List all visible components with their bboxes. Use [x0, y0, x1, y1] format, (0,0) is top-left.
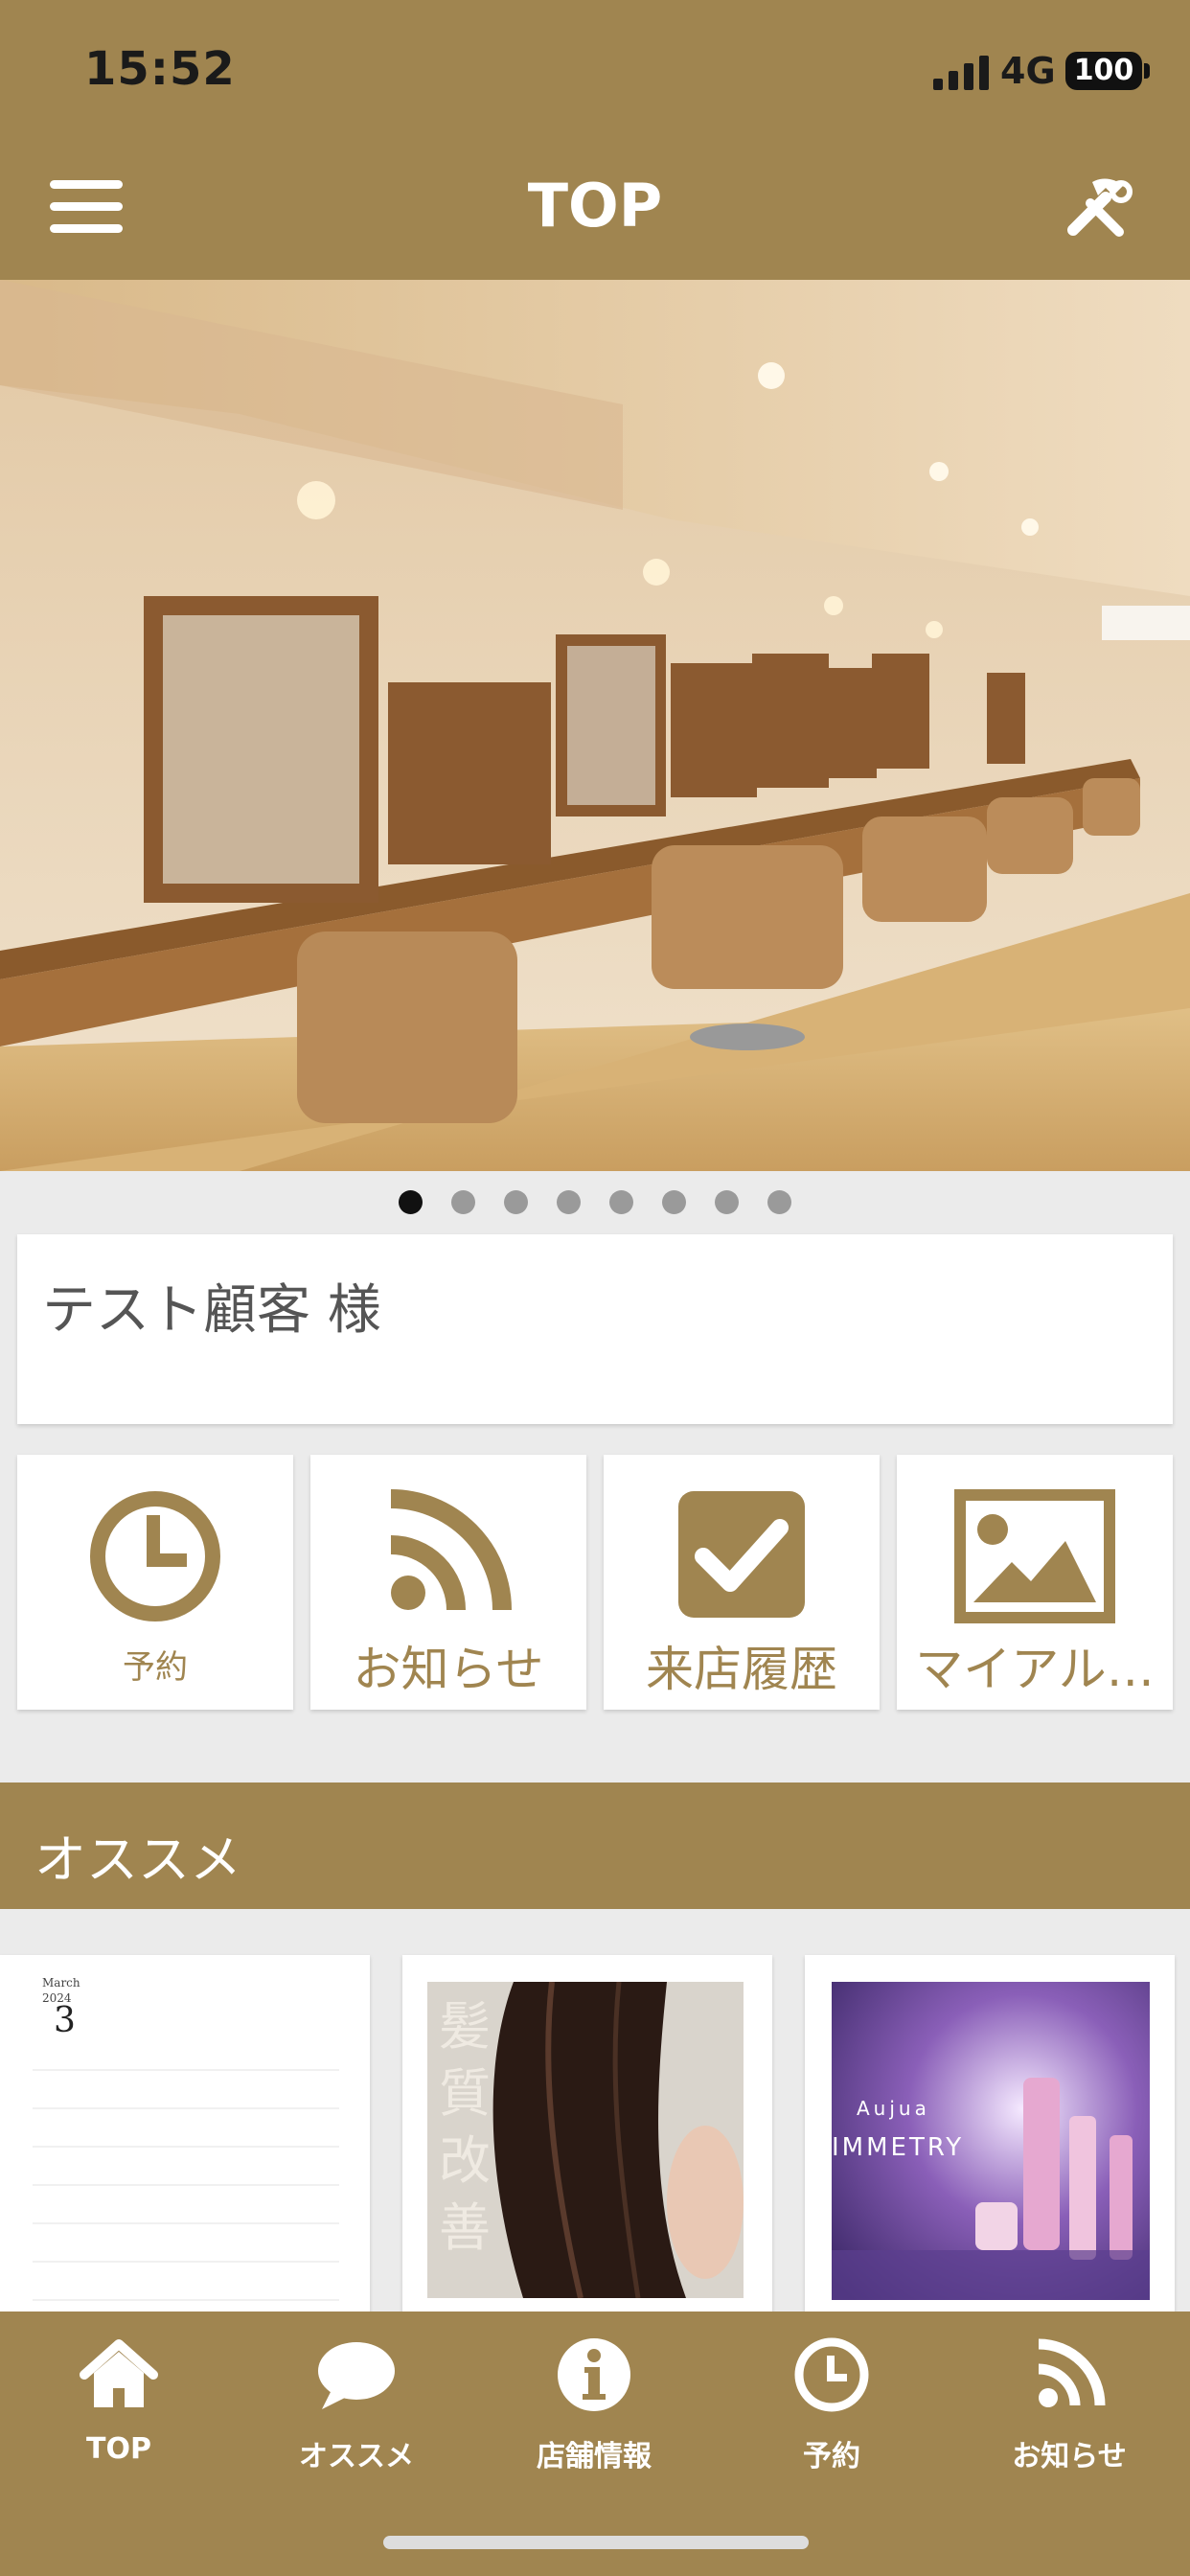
tile-my-album[interactable]: マイアル… [897, 1455, 1173, 1710]
home-indicator [383, 2536, 809, 2549]
hair-overlay-text: 髪質改善 [439, 1996, 491, 2258]
battery-level: 100 [1073, 54, 1134, 87]
image-icon [954, 1489, 1115, 1623]
salon-interior-photo[interactable] [0, 280, 1190, 1171]
nav-reservation-label: 予約 [803, 2440, 860, 2473]
rss-icon [1038, 2338, 1106, 2407]
calendar-caption: March [42, 1976, 80, 1990]
page-title: TOP [527, 171, 663, 241]
battery-cap [1144, 63, 1150, 79]
recommend-title: オススメ [34, 1829, 241, 1890]
nav-store-info[interactable]: 店舗情報 [498, 2334, 690, 2474]
tile-reservation-label: 予約 [123, 1648, 188, 1687]
network-type: 4G [1000, 50, 1056, 92]
customer-name: テスト顧客 様 [42, 1279, 381, 1342]
nav-news-label: お知らせ [1012, 2440, 1127, 2473]
rss-icon [390, 1489, 512, 1611]
clock-icon [90, 1491, 220, 1622]
chat-bubble-icon [318, 2342, 395, 2409]
recommend-card-hair[interactable]: 髪質改善 [402, 1955, 772, 2319]
tile-news[interactable]: お知らせ [310, 1455, 586, 1710]
hamburger-icon[interactable] [50, 180, 123, 234]
nav-recommend-label: オススメ [299, 2440, 414, 2473]
carousel-dot[interactable] [451, 1190, 475, 1214]
carousel-dot[interactable] [715, 1190, 739, 1214]
signal-icon [933, 56, 989, 90]
status-time: 15:52 [84, 42, 236, 96]
tile-news-label: お知らせ [353, 1642, 544, 1697]
nav-top[interactable]: TOP [23, 2334, 215, 2466]
tile-my-album-label: マイアル… [915, 1642, 1155, 1697]
info-icon [558, 2338, 630, 2411]
carousel-dot[interactable] [609, 1190, 633, 1214]
carousel-dot[interactable] [767, 1190, 791, 1214]
nav-news[interactable]: お知らせ [973, 2334, 1165, 2474]
nav-top-label: TOP [86, 2432, 151, 2466]
nav-reservation[interactable]: 予約 [736, 2334, 927, 2474]
calendar-month: 3 [54, 2001, 76, 2040]
recommend-card-calendar[interactable]: March 2024 3 [0, 1955, 370, 2319]
checkbox-icon [678, 1491, 805, 1618]
product-brand-text: Aujua [857, 2097, 930, 2120]
carousel-dot[interactable] [557, 1190, 581, 1214]
tile-visit-history-label: 来店履歴 [646, 1642, 837, 1697]
carousel-dot[interactable] [399, 1190, 423, 1214]
carousel-dot[interactable] [662, 1190, 686, 1214]
carousel-dot[interactable] [504, 1190, 528, 1214]
tools-icon[interactable] [1064, 174, 1134, 245]
tile-reservation[interactable]: 予約 [17, 1455, 293, 1710]
carousel-pagination[interactable] [0, 1190, 1190, 1215]
nav-store-info-label: 店舗情報 [537, 2440, 652, 2473]
tile-visit-history[interactable]: 来店履歴 [604, 1455, 880, 1710]
nav-recommend[interactable]: オススメ [261, 2334, 452, 2474]
product-name-text: IMMETRY [832, 2133, 965, 2162]
clock-icon [794, 2337, 869, 2412]
calendar-image [33, 1974, 339, 2310]
recommend-card-product[interactable]: Aujua IMMETRY [805, 1955, 1175, 2319]
home-icon [80, 2339, 158, 2407]
